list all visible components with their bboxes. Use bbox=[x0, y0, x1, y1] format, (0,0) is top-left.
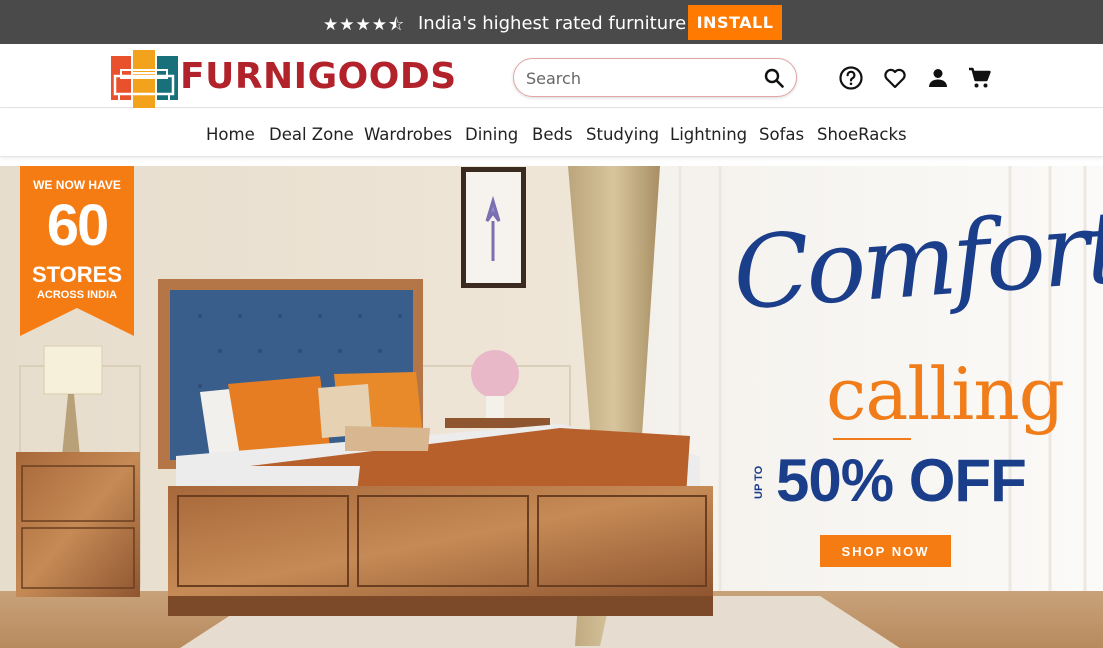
shop-now-button[interactable]: SHOP NOW bbox=[820, 535, 951, 567]
rating-stars-icon: ★★★★⯪ bbox=[323, 15, 406, 35]
category-nav: Home Deal Zone Wardrobes Dining Beds Stu… bbox=[0, 109, 1103, 157]
site-header: FURNIGOODS bbox=[0, 44, 1103, 108]
nav-item-home[interactable]: Home bbox=[206, 125, 255, 144]
cart-icon[interactable] bbox=[967, 65, 993, 91]
install-app-button[interactable]: INSTALL bbox=[688, 5, 782, 40]
ribbon-line-4: ACROSS INDIA bbox=[36, 289, 118, 301]
account-icon[interactable] bbox=[925, 65, 951, 91]
nav-item-sofas[interactable]: Sofas bbox=[759, 125, 804, 144]
nav-item-deal-zone[interactable]: Deal Zone bbox=[269, 125, 354, 144]
search-bar[interactable] bbox=[513, 58, 797, 97]
brand-logo[interactable]: FURNIGOODS bbox=[111, 50, 471, 110]
ribbon-line-3: STORES bbox=[31, 262, 123, 287]
stores-ribbon-badge: WE NOW HAVE 60 STORES ACROSS INDIA bbox=[20, 166, 134, 336]
hero-banner[interactable]: WE NOW HAVE 60 STORES ACROSS INDIA Comfo… bbox=[0, 166, 1103, 648]
help-icon[interactable] bbox=[838, 65, 864, 91]
logo-wordmark: FURNIGOODS bbox=[180, 56, 457, 97]
ribbon-number: 60 bbox=[46, 193, 110, 258]
wishlist-heart-icon[interactable] bbox=[882, 65, 908, 91]
nav-item-dining[interactable]: Dining bbox=[465, 125, 518, 144]
nav-item-shoeracks[interactable]: ShoeRacks bbox=[817, 125, 907, 144]
upto-label: UP TO bbox=[753, 465, 765, 499]
headline-divider bbox=[833, 438, 911, 440]
nav-item-lightning[interactable]: Lightning bbox=[670, 125, 747, 144]
offer-text: 50% OFF bbox=[776, 447, 1027, 514]
nav-item-studying[interactable]: Studying bbox=[586, 125, 659, 144]
nav-item-wardrobes[interactable]: Wardrobes bbox=[364, 125, 452, 144]
search-icon[interactable] bbox=[764, 68, 784, 88]
nav-item-beds[interactable]: Beds bbox=[532, 125, 573, 144]
headline-word: calling bbox=[826, 352, 1065, 436]
search-input[interactable] bbox=[526, 67, 746, 89]
promo-tagline: India's highest rated furniture app bbox=[418, 13, 726, 34]
logo-mark-icon bbox=[111, 50, 178, 108]
promo-bar: ★★★★⯪ India's highest rated furniture ap… bbox=[0, 0, 1103, 44]
ribbon-line-1: WE NOW HAVE bbox=[33, 178, 121, 192]
